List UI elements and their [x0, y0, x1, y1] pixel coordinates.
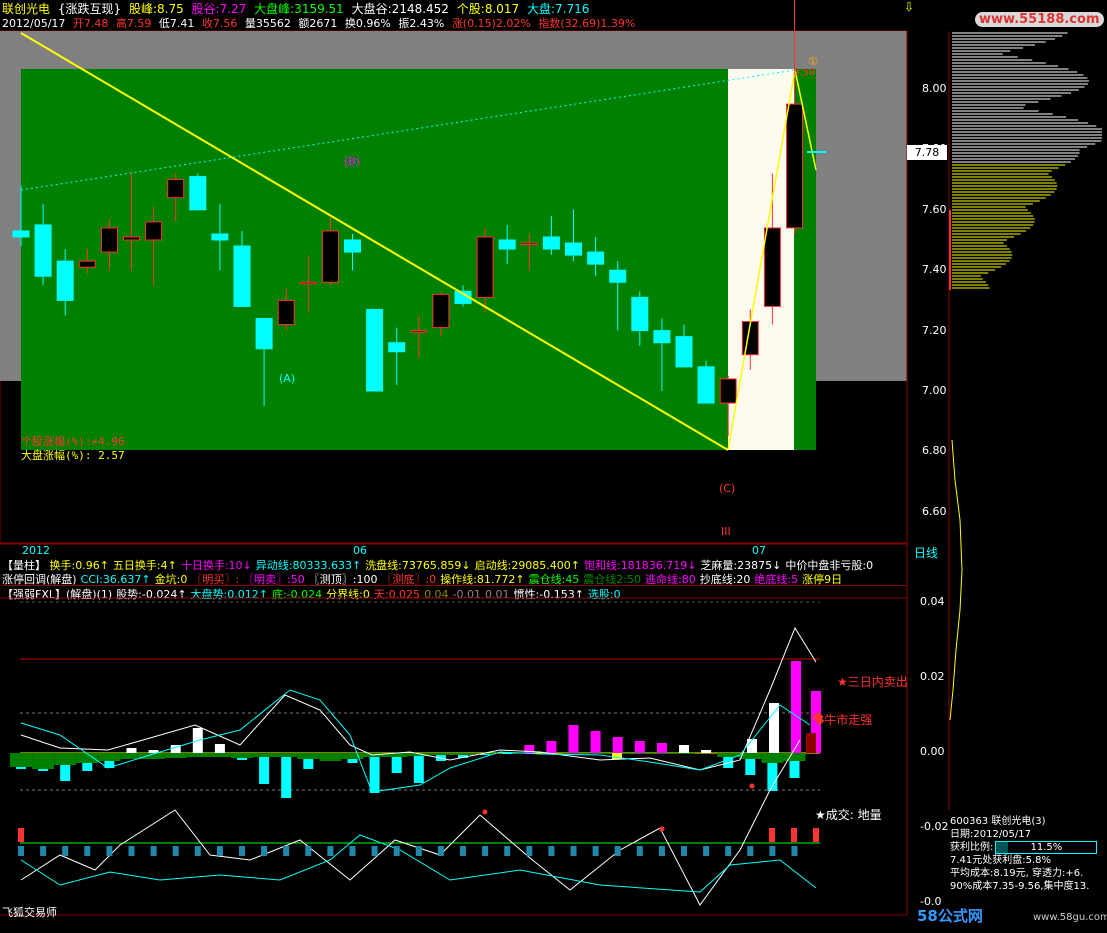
candle-body — [366, 308, 384, 392]
candle-body — [609, 269, 627, 283]
main-chart[interactable] — [0, 0, 1107, 933]
deal-hint: ★成交: 地量 — [815, 808, 882, 822]
watermark-top: www.55188.com — [975, 12, 1104, 27]
candle-body — [786, 103, 803, 229]
candle-body — [565, 242, 582, 256]
candle-body — [233, 245, 251, 307]
chip-line-1: 7.41元处获利盘:5.8% — [950, 855, 1052, 866]
time-label-2012: 2012 — [22, 544, 50, 557]
info-row3-item: 天:0.025 — [373, 588, 421, 601]
bull-hint: ◆牛市走强 — [815, 713, 873, 727]
candle-body — [631, 296, 649, 332]
candle-body — [388, 342, 406, 353]
chip-info-panel: 600363 联创光电(3) 日期:2012/05/17 获利比例: 11.5%… — [950, 815, 1107, 915]
info-row3-items: 【强弱FXL】(解盘)(1) 股势:-0.024↑ 大盘势:0.012↑ 底:-0.0… — [2, 588, 625, 601]
candle-body — [476, 236, 494, 298]
info-row3-item: 分界线:0 — [326, 588, 370, 601]
watermark-brand-text: 58公式网 — [917, 907, 983, 925]
candle-body — [697, 366, 715, 404]
candle-body — [675, 336, 693, 368]
candle-body — [34, 224, 52, 277]
wave-label-c: (C) — [719, 482, 736, 495]
candle-body — [100, 227, 118, 253]
time-label-07: 07 — [752, 544, 766, 557]
roman-label: III — [721, 525, 731, 538]
info-row3-item: 【强弱FXL】(解盘)(1) — [2, 588, 113, 601]
peak-value-label: 8.50 — [793, 67, 816, 78]
candle-body — [277, 299, 295, 326]
candle-body — [587, 251, 605, 265]
candle-body — [653, 330, 671, 344]
tool-icon[interactable]: ⇩ — [904, 0, 914, 14]
price-axis-label: 6.60 — [922, 504, 947, 518]
wave-label-a: (A) — [279, 372, 296, 385]
candle-body — [255, 318, 273, 350]
candle-body — [763, 227, 781, 307]
indicator-axis-label: 0.00 — [920, 745, 945, 758]
watermark-brand: 58公式网 — [917, 905, 983, 926]
candle-body — [520, 242, 538, 246]
candle-body — [432, 293, 450, 329]
candle-body — [167, 179, 185, 199]
time-label-06: 06 — [353, 544, 367, 557]
chip-profit-label: 获利比例: — [950, 842, 994, 853]
chip-profit-bar: 11.5% — [995, 841, 1098, 854]
info-row3-item: 股势:-0.024↑ — [116, 588, 187, 601]
chip-line-3: 90%成本7.35-9.56,集中度13. — [950, 881, 1090, 892]
candle-body — [145, 221, 163, 241]
indicator-axis-label: -0.02 — [920, 820, 949, 833]
candle-body — [321, 230, 339, 283]
info-row3-item: 惯性:-0.153↑ — [513, 588, 584, 601]
candle-body — [56, 260, 74, 301]
footer-label: 飞狐交易师 — [2, 906, 57, 919]
indicator-axis-label: 0.04 — [920, 595, 945, 608]
info-row3-item: 底:-0.024 — [271, 588, 323, 601]
info-row3-item: 0.01 — [485, 588, 510, 601]
info-row3-item: 0.04 — [424, 588, 449, 601]
candle-body — [211, 233, 229, 241]
price-axis-label: 7.00 — [922, 384, 947, 397]
info-row-strength: 【强弱FXL】(解盘)(1) 股势:-0.024↑ 大盘势:0.012↑ 底:-0.0… — [2, 585, 907, 602]
wave-label-b: (B) — [344, 155, 361, 168]
price-axis-label: 7.20 — [922, 323, 947, 337]
info-row3-item: -0.01 — [452, 588, 482, 601]
chip-date-line: 日期:2012/05/17 — [950, 829, 1032, 840]
chip-profit-value: 11.5% — [1030, 842, 1063, 853]
chip-profit-row: 获利比例: 11.5% — [950, 841, 1107, 854]
price-axis-label: 8.00 — [922, 82, 947, 95]
price-axis-label: 7.40 — [922, 263, 947, 277]
info-row3-item: 选股:0 — [587, 588, 621, 601]
candle-body — [719, 378, 737, 404]
chip-line-2: 平均成本:8.19元, 穿透力:+6. — [950, 868, 1084, 879]
chip-code-line: 600363 联创光电(3) — [950, 816, 1046, 827]
sell-hint: ★三日内卖出 — [837, 675, 908, 689]
candle-body — [498, 239, 516, 250]
market-change-label: 大盘涨幅(%): 2.57 — [21, 449, 125, 462]
candle-body — [78, 260, 96, 268]
info-row3-item: 大盘势:0.012↑ — [190, 588, 268, 601]
candle-body — [410, 330, 428, 333]
candle-body — [123, 236, 140, 241]
period-button[interactable]: 日线 — [914, 544, 938, 561]
candle-body — [12, 230, 30, 238]
candle-body — [299, 281, 317, 285]
current-price-tag: 7.78 — [907, 145, 947, 160]
candle-body — [542, 236, 560, 250]
candle-body — [344, 239, 361, 253]
watermark-url: www.58gu.com — [1033, 912, 1107, 923]
candle-body — [189, 176, 207, 211]
indicator-axis-label: 0.02 — [920, 670, 945, 683]
price-axis-label: 7.60 — [922, 202, 947, 216]
price-axis-label: 6.80 — [922, 444, 947, 458]
green-field — [21, 69, 728, 450]
